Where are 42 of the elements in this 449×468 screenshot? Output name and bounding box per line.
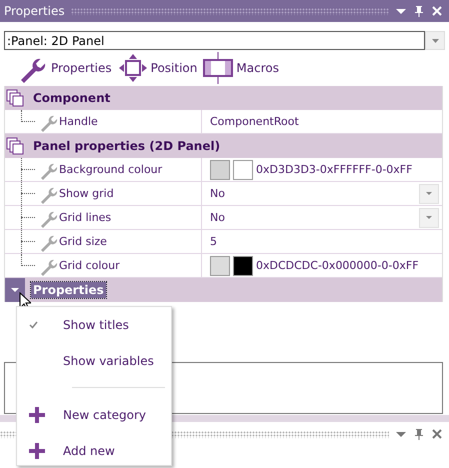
window-title: Properties — [4, 4, 65, 18]
move-icon — [118, 53, 148, 83]
macro-icon — [203, 52, 234, 84]
property-value[interactable]: No — [210, 187, 416, 200]
category-header[interactable]: Properties — [5, 278, 442, 302]
caret-icon — [426, 216, 432, 219]
pin-icon[interactable] — [413, 428, 425, 440]
property-name: Show grid — [59, 187, 114, 200]
toolbar-button[interactable]: Position — [118, 53, 198, 83]
property-name: Grid colour — [59, 259, 120, 272]
property-value[interactable]: No — [210, 211, 416, 224]
color-swatch[interactable] — [210, 256, 230, 276]
toolbar-button[interactable]: Macros — [203, 52, 279, 84]
dropdown-button[interactable] — [425, 31, 445, 50]
color-swatch[interactable] — [233, 160, 253, 180]
property-name: Background colour — [59, 163, 162, 176]
property-name: Grid lines — [59, 211, 112, 224]
close-icon[interactable] — [431, 428, 443, 440]
color-swatch[interactable] — [233, 256, 253, 276]
plus-icon — [29, 443, 45, 459]
property-name: Grid size — [59, 235, 107, 248]
collapse-icon[interactable] — [11, 286, 19, 294]
menu-item[interactable]: New category — [17, 397, 171, 433]
category-header[interactable]: Panel properties (2D Panel) — [5, 134, 442, 158]
component-selector[interactable]: :Panel: 2D Panel — [4, 31, 425, 50]
property-value: 0xDCDCDC-0x000000-0-0xFF — [256, 259, 419, 272]
pages-icon — [6, 89, 24, 107]
plus-icon — [29, 407, 45, 423]
pages-icon — [6, 137, 24, 155]
caret-icon — [426, 192, 432, 195]
pin-icon[interactable] — [413, 5, 425, 17]
property-value: ComponentRoot — [210, 115, 299, 128]
toolbar-button[interactable]: Properties — [18, 53, 112, 83]
menu-item[interactable]: Show variables — [17, 343, 171, 379]
property-value: 5 — [210, 235, 217, 248]
menu-item[interactable]: Show titles — [17, 307, 171, 343]
property-name: Handle — [59, 115, 98, 128]
color-swatch[interactable] — [210, 160, 230, 180]
property-value: 0xD3D3D3-0xFFFFFF-0-0xFF — [256, 163, 412, 176]
category-header[interactable]: Component — [5, 86, 442, 110]
menu-item[interactable]: Add new — [17, 433, 171, 468]
caret-icon — [432, 38, 438, 42]
